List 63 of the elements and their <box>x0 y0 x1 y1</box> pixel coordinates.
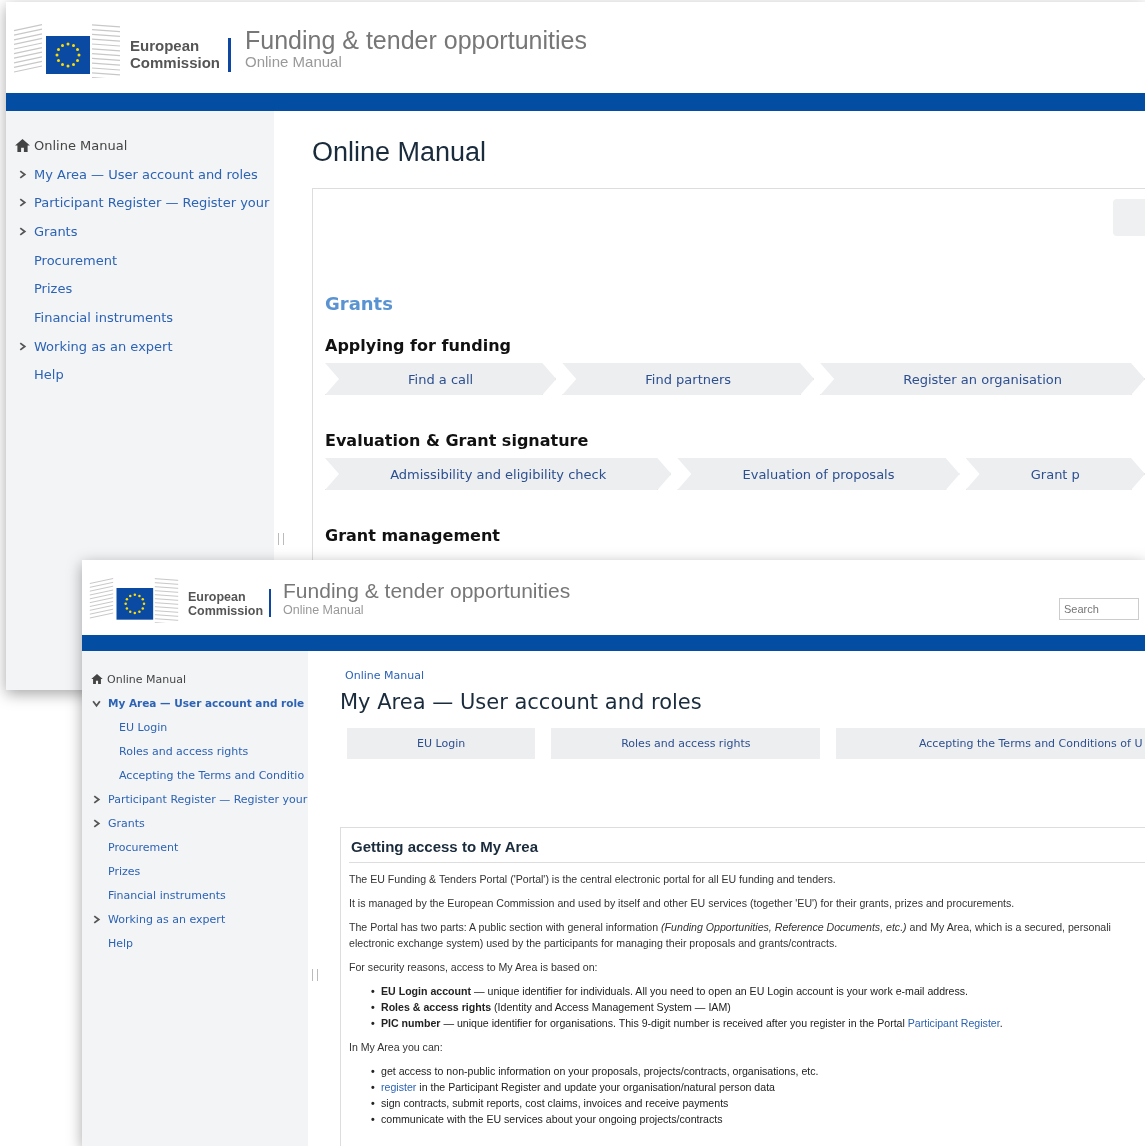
sidebar-home-link[interactable]: Online Manual <box>82 667 308 691</box>
page-title: Online Manual <box>312 137 488 168</box>
sidebar-item[interactable]: Working as an expert <box>6 331 274 361</box>
site-title: Funding & tender opportunities <box>245 26 587 55</box>
sidebar-subitem[interactable]: Roles and access rights <box>82 739 308 763</box>
participant-register-link[interactable]: Participant Register <box>907 1017 1000 1029</box>
sidebar-subitem[interactable]: Accepting the Terms and Conditio <box>82 763 308 787</box>
site-subtitle: Online Manual <box>245 55 343 69</box>
site-subtitle: Online Manual <box>283 602 365 617</box>
step-link[interactable]: Grant p <box>965 458 1145 490</box>
paragraph: It is managed by the European Commission and used by itself and other EU services (together 'EU') for their grants, prizes and procurements. <box>349 896 1016 911</box>
list-item: • register in the Participant Register and update your organisation/natural person data <box>371 1080 776 1095</box>
step-link[interactable]: Evaluation of proposals <box>677 458 960 490</box>
register-link[interactable]: register <box>381 1081 417 1093</box>
page-title: My Area — User account and roles <box>340 690 703 714</box>
sidebar-item[interactable]: Procurement <box>82 835 308 859</box>
organisation-name: European Commission <box>130 35 220 71</box>
site-title: Funding & tender opportunities <box>283 578 571 603</box>
sidebar-item[interactable]: My Area — User account and role <box>82 691 308 715</box>
sidebar-item[interactable]: Help <box>82 931 308 955</box>
list-item: • EU Login account — unique identifier for individuals. All you need to open an EU Login account is your work e-mail address. <box>371 984 970 999</box>
sidebar-item[interactable]: Participant Register — Register your <box>6 188 274 218</box>
sidebar-item[interactable]: Prizes <box>6 274 274 304</box>
search-field[interactable]: Search <box>1059 597 1139 620</box>
paragraph: The Portal has two parts: A public section with general information (Funding Opportunities, Reference Documents, etc.) and My Area, which is a secured, personali electronic exchange system) used by the participants for managing their proposals and grants/contracts. <box>349 920 1112 951</box>
sidebar-home-link[interactable]: Online Manual <box>6 131 274 160</box>
paragraph: The EU Funding & Tenders Portal ('Portal') is the central electronic portal for all EU funding and tenders. <box>349 872 837 887</box>
list-item: • sign contracts, submit reports, cost claims, invoices and receive payments <box>371 1096 730 1111</box>
list-item: • get access to non-public information on your proposals, projects/contracts, organisations, etc. <box>371 1064 820 1079</box>
list-item: • communicate with the EU services about your ongoing projects/contracts <box>371 1112 724 1127</box>
organisation-name: European Commission <box>188 588 263 618</box>
sidebar-item[interactable]: Grants <box>6 217 274 246</box>
tab-button[interactable]: EU Login <box>347 728 536 759</box>
breadcrumb-link[interactable]: Online Manual <box>345 669 1145 682</box>
sidebar-item[interactable]: Prizes <box>82 859 308 883</box>
tab-button[interactable]: Accepting the Terms and Conditions of U <box>836 728 1145 759</box>
group-heading: Applying for funding <box>325 336 513 355</box>
paragraph: For security reasons, access to My Area is based on: <box>349 960 599 975</box>
home-icon <box>91 674 103 684</box>
sidebar-item[interactable]: Financial instruments <box>6 303 274 332</box>
sidebar-item[interactable]: Grants <box>82 811 308 835</box>
home-icon <box>15 138 30 152</box>
section-title: Grants <box>325 293 394 314</box>
tab-button[interactable]: Roles and access rights <box>551 728 821 759</box>
resize-handle-icon[interactable] <box>278 533 284 545</box>
step-link[interactable]: Register an organisation <box>820 363 1145 395</box>
group-heading: Grant management <box>325 526 501 545</box>
sidebar-item[interactable]: Participant Register — Register your <box>82 787 308 811</box>
sidebar-subitem[interactable]: EU Login <box>82 715 308 739</box>
step-link[interactable]: Find partners <box>562 363 815 395</box>
sidebar-item[interactable]: Help <box>6 360 274 390</box>
sidebar-item[interactable]: Financial instruments <box>82 883 308 907</box>
group-heading: Evaluation & Grant signature <box>325 431 590 450</box>
sidebar-item[interactable]: Procurement <box>6 245 274 275</box>
resize-handle-icon[interactable] <box>312 969 318 981</box>
paragraph: In My Area you can: <box>349 1040 444 1055</box>
step-link[interactable]: Find a call <box>325 363 557 395</box>
step-link[interactable]: Admissibility and eligibility check <box>325 458 672 490</box>
sidebar-item[interactable]: My Area — User account and roles <box>6 159 274 189</box>
list-item: • PIC number — unique identifier for organisations. This 9-digit number is received after you register in the Portal Participant Register. <box>371 1016 1004 1031</box>
article-heading: Getting access to My Area <box>349 828 1145 863</box>
sidebar-item[interactable]: Working as an expert <box>82 907 308 931</box>
list-item: • Roles & access rights (Identity and Access Management System — IAM) <box>371 1000 732 1015</box>
